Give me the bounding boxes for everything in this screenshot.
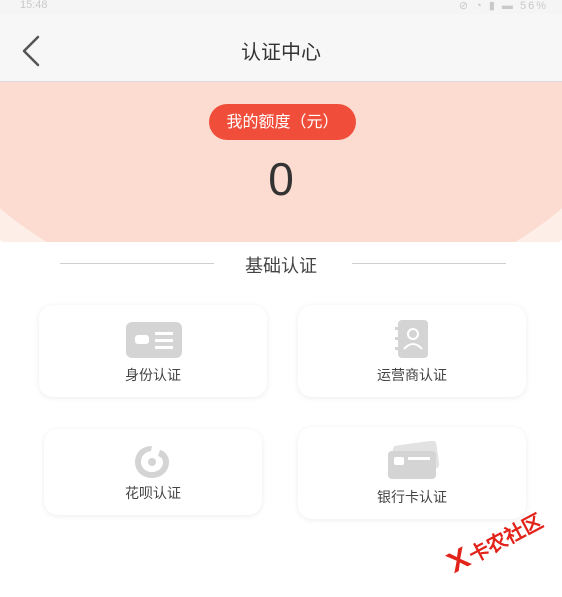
card-identity-auth[interactable]: 身份认证	[39, 305, 267, 397]
page-title: 认证中心	[241, 40, 321, 64]
status-bar: 15:48 ⊘ ◔ ▮ ▬ 56%	[0, 0, 562, 14]
card-label: 花呗认证	[125, 486, 181, 502]
card-label: 银行卡认证	[377, 490, 447, 506]
card-bankcard-auth[interactable]: 银行卡认证	[298, 427, 526, 519]
section-divider-right	[352, 263, 506, 264]
contact-book-icon	[394, 319, 430, 363]
quota-value: 0	[268, 153, 294, 205]
bank-card-icon	[386, 440, 440, 485]
card-label: 身份认证	[125, 368, 181, 384]
status-time: 15:48	[20, 0, 48, 11]
id-card-icon	[125, 321, 183, 363]
nav-bar: 认证中心	[0, 14, 562, 82]
card-label: 运营商认证	[377, 368, 447, 384]
card-huabei-auth[interactable]: 花呗认证	[44, 429, 262, 515]
huabei-icon	[133, 444, 171, 484]
quota-label-badge: 我的额度（元）	[209, 104, 356, 140]
section-title: 基础认证	[245, 256, 317, 277]
card-carrier-auth[interactable]: 运营商认证	[298, 305, 526, 397]
status-indicators: ⊘ ◔ ▮ ▬ 56%	[458, 0, 548, 12]
